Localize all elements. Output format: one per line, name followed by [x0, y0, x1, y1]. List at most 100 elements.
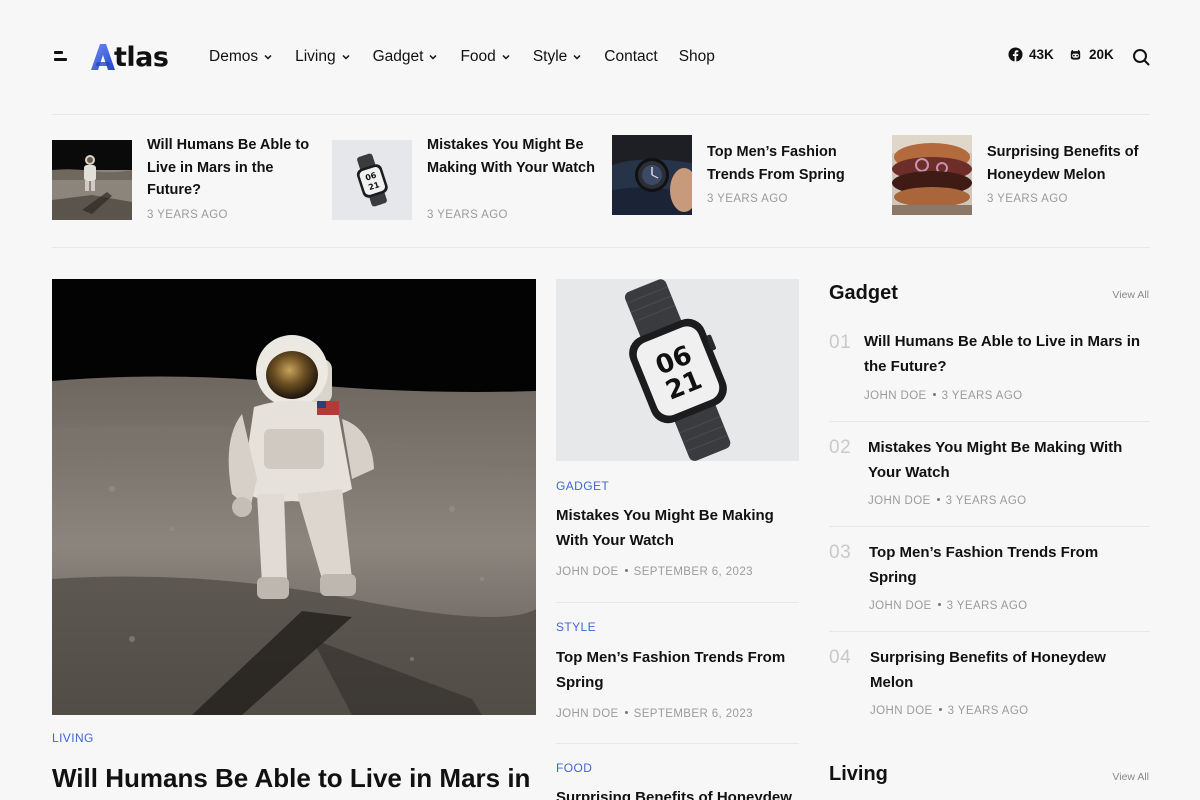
strip-title[interactable]: Will Humans Be Able to Live in Mars in t…	[147, 134, 317, 202]
strip-meta: 3 YEARS AGO	[147, 209, 228, 221]
github-count: 20K	[1089, 47, 1114, 62]
post-divider	[556, 743, 799, 744]
nav-item-shop[interactable]: Shop	[679, 48, 715, 66]
logo-a-icon	[91, 44, 115, 70]
github-link[interactable]: 20K	[1068, 47, 1114, 62]
strip-meta: 3 YEARS AGO	[987, 193, 1068, 205]
nav-item-gadget[interactable]: Gadget	[373, 48, 439, 66]
nav-label: Living	[295, 48, 336, 65]
rank-title[interactable]: Will Humans Be Able to Live in Mars in t…	[864, 330, 1144, 379]
astronaut-moon-image	[52, 279, 536, 715]
nav-item-style[interactable]: Style	[533, 48, 582, 66]
watch-image: 06 21	[332, 140, 412, 220]
rank-meta: JOHN DOE 3 YEARS AGO	[870, 705, 1029, 717]
post-meta: JOHN DOE SEPTEMBER 6, 2023	[556, 708, 753, 720]
rank-meta: JOHN DOE 3 YEARS AGO	[864, 390, 1023, 402]
strip-title[interactable]: Mistakes You Might Be Making With Your W…	[427, 134, 597, 179]
post-divider	[556, 602, 799, 603]
nav-item-demos[interactable]: Demos	[209, 48, 273, 66]
meta-separator	[932, 393, 936, 397]
sidebar-heading-living: Living	[829, 763, 888, 785]
middle-feature-image[interactable]: 06 21	[556, 279, 799, 461]
wrist-watch-image	[612, 135, 692, 215]
github-icon	[1070, 49, 1081, 60]
meta-separator	[624, 711, 628, 715]
site-logo[interactable]: tlas	[91, 40, 169, 74]
nav-item-living[interactable]: Living	[295, 48, 351, 66]
strip-meta: 3 YEARS AGO	[707, 193, 788, 205]
rank-number: 04	[829, 647, 852, 668]
sidebar-divider	[829, 526, 1150, 527]
meta-separator	[936, 498, 940, 502]
site-header: tlas Demos Living Gadget Food Style Cont…	[0, 0, 1200, 114]
view-all-link[interactable]: View All	[1100, 289, 1149, 301]
chevron-down-icon	[502, 54, 510, 60]
facebook-count: 43K	[1029, 47, 1054, 62]
watch-image: 06 21	[556, 279, 799, 461]
astronaut-image	[52, 140, 132, 220]
chevron-down-icon	[573, 54, 581, 60]
post-author[interactable]: JOHN DOE	[870, 705, 933, 717]
rank-number: 02	[829, 437, 852, 458]
strip-title[interactable]: Top Men’s Fashion Trends From Spring	[707, 141, 877, 186]
hero-image[interactable]	[52, 279, 536, 715]
strip-thumb-watch[interactable]: 06 21	[332, 140, 412, 220]
strip-thumb-astronaut[interactable]	[52, 140, 132, 220]
rank-meta: JOHN DOE 3 YEARS AGO	[868, 495, 1027, 507]
post-date: SEPTEMBER 6, 2023	[633, 708, 753, 720]
menu-toggle-icon[interactable]	[54, 50, 68, 64]
nav-label: Contact	[604, 48, 658, 65]
facebook-icon	[1008, 47, 1023, 62]
search-icon[interactable]	[1132, 48, 1150, 66]
facebook-link[interactable]: 43K	[1008, 47, 1054, 62]
strip-thumb-wrist-watch[interactable]	[612, 135, 692, 215]
post-time: 3 YEARS AGO	[946, 600, 1028, 612]
nav-item-food[interactable]: Food	[460, 48, 510, 66]
post-title[interactable]: Surprising Benefits of Honeydew	[556, 786, 799, 800]
meta-separator	[938, 708, 942, 712]
post-title[interactable]: Mistakes You Might Be Making With Your W…	[556, 504, 799, 553]
nav-label: Shop	[678, 48, 715, 65]
post-meta: JOHN DOE SEPTEMBER 6, 2023	[556, 566, 753, 578]
rank-title[interactable]: Mistakes You Might Be Making With Your W…	[868, 436, 1148, 485]
meta-separator	[937, 603, 941, 607]
burger-image	[892, 135, 972, 215]
main-nav: Demos Living Gadget Food Style Contact S…	[209, 46, 736, 68]
hero-category[interactable]: LIVING	[52, 731, 94, 745]
strip-title[interactable]: Surprising Benefits of Honeydew Melon	[987, 141, 1157, 186]
post-time: 3 YEARS AGO	[947, 705, 1029, 717]
post-time: 3 YEARS AGO	[945, 495, 1027, 507]
post-author[interactable]: JOHN DOE	[868, 495, 931, 507]
rank-number: 01	[829, 332, 852, 353]
hero-title[interactable]: Will Humans Be Able to Live in Mars in	[52, 761, 542, 795]
post-category[interactable]: GADGET	[556, 479, 609, 493]
post-title[interactable]: Top Men’s Fashion Trends From Spring	[556, 646, 799, 695]
sidebar-heading-gadget: Gadget	[829, 282, 898, 304]
logo-text: tlas	[114, 41, 169, 73]
nav-item-contact[interactable]: Contact	[604, 48, 657, 66]
chevron-down-icon	[264, 54, 272, 60]
nav-label: Demos	[209, 48, 259, 65]
post-author[interactable]: JOHN DOE	[556, 708, 619, 720]
nav-label: Food	[460, 48, 496, 65]
post-author[interactable]: JOHN DOE	[869, 600, 932, 612]
post-category[interactable]: FOOD	[556, 761, 592, 775]
nav-label: Style	[532, 48, 568, 65]
nav-label: Gadget	[372, 48, 424, 65]
rank-number: 03	[829, 542, 852, 563]
strip-meta: 3 YEARS AGO	[427, 209, 508, 221]
post-date: SEPTEMBER 6, 2023	[633, 566, 753, 578]
post-author[interactable]: JOHN DOE	[556, 566, 619, 578]
post-time: 3 YEARS AGO	[941, 390, 1023, 402]
strip-thumb-burger[interactable]	[892, 135, 972, 215]
strip-divider	[52, 247, 1150, 248]
post-category[interactable]: STYLE	[556, 620, 596, 634]
sidebar-divider	[829, 421, 1150, 422]
rank-title[interactable]: Surprising Benefits of Honeydew Melon	[870, 646, 1150, 695]
view-all-link[interactable]: View All	[1100, 771, 1149, 783]
chevron-down-icon	[342, 54, 350, 60]
post-author[interactable]: JOHN DOE	[864, 390, 927, 402]
meta-separator	[624, 569, 628, 573]
rank-title[interactable]: Top Men’s Fashion Trends From Spring	[869, 541, 1149, 590]
sidebar-divider	[829, 631, 1150, 632]
